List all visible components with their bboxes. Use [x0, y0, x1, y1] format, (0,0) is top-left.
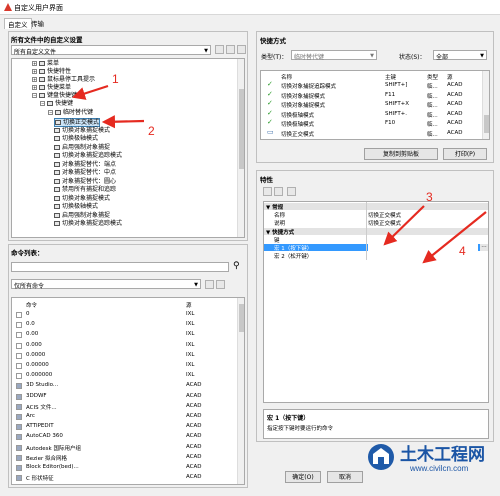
arrow-2	[101, 115, 145, 129]
arrow-3	[383, 205, 425, 246]
annotation-4: 4	[459, 244, 466, 258]
watermark-title: 土木工程网	[400, 445, 485, 464]
watermark-logo-icon	[368, 444, 394, 470]
annotation-2: 2	[148, 124, 155, 138]
annotation-3: 3	[426, 190, 433, 204]
annotation-1: 1	[112, 72, 119, 86]
annotation-arrows	[71, 84, 487, 264]
arrow-1	[71, 84, 109, 100]
watermark: 土木工程网 www.civilcn.com	[364, 436, 497, 492]
watermark-url: www.civilcn.com	[410, 464, 469, 473]
arrow-4	[422, 211, 487, 264]
